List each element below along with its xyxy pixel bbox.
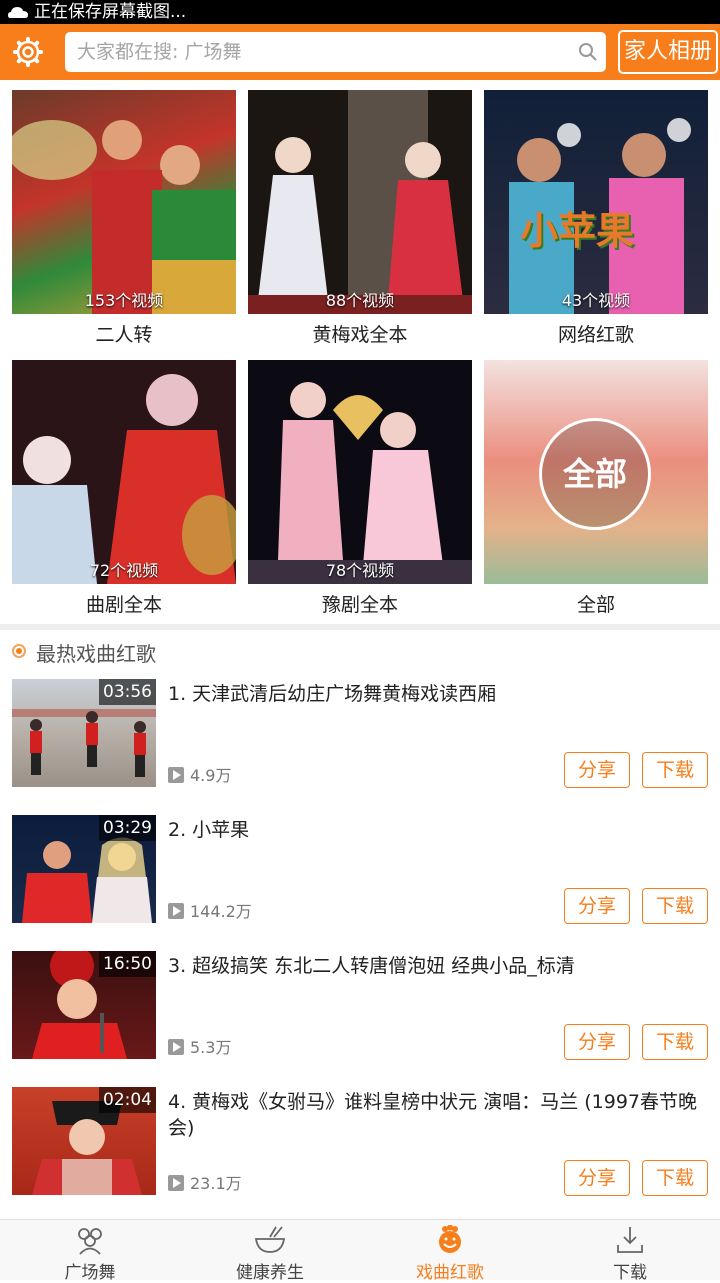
- share-button[interactable]: 分享: [564, 1024, 630, 1060]
- tab-label: 健康养生: [236, 1263, 304, 1283]
- category-label: 全部: [576, 594, 615, 616]
- list-item[interactable]: 02:04 4. 黄梅戏《女驸马》谁料皇榜中状元 演唱：马兰 (1997春节晚会…: [0, 1084, 720, 1220]
- list-item[interactable]: 16:50 3. 超级搞笑 东北二人转唐僧泡妞 经典小品_标清 5.3万 分享 …: [0, 948, 720, 1084]
- section-dot-icon: [12, 644, 26, 658]
- video-title[interactable]: 1. 天津武清后幼庄广场舞黄梅戏读西厢: [168, 681, 708, 707]
- download-button[interactable]: 下载: [642, 752, 708, 788]
- play-icon: [168, 767, 184, 783]
- video-duration: 02:04: [99, 1087, 156, 1113]
- share-button[interactable]: 分享: [564, 888, 630, 924]
- video-title[interactable]: 3. 超级搞笑 东北二人转唐僧泡妞 经典小品_标清: [168, 953, 708, 979]
- video-count: 88个视频: [325, 291, 395, 310]
- play-count-value: 4.9万: [190, 766, 232, 785]
- category-wangluohongge[interactable]: 小苹果 43个视频 网络红歌: [484, 80, 708, 350]
- category-thumbnail: 小苹果 43个视频: [484, 90, 708, 314]
- bowl-icon: [254, 1226, 286, 1253]
- status-text: 正在保存屏幕截图...: [34, 2, 187, 22]
- video-thumbnail[interactable]: 03:56: [12, 679, 156, 787]
- video-count: 43个视频: [561, 291, 631, 310]
- download-button[interactable]: 下载: [642, 1024, 708, 1060]
- download-icon: [617, 1227, 643, 1253]
- opera-icon: [439, 1225, 461, 1253]
- video-duration: 03:56: [99, 679, 156, 705]
- performers-image: [248, 382, 472, 584]
- video-thumbnail[interactable]: 03:29: [12, 815, 156, 923]
- play-icon: [168, 1039, 184, 1055]
- performers-image: [248, 90, 472, 314]
- section-title: 最热戏曲红歌: [36, 642, 156, 666]
- category-label: 曲剧全本: [85, 594, 162, 616]
- play-count-value: 5.3万: [190, 1038, 232, 1057]
- performers-image: [12, 374, 236, 584]
- list-item[interactable]: 03:29 2. 小苹果 144.2万 分享 下载: [0, 812, 720, 948]
- category-errenzhuan[interactable]: 153个视频 二人转: [12, 80, 236, 350]
- tab-download[interactable]: 下载: [540, 1220, 720, 1283]
- play-icon: [168, 1175, 184, 1191]
- tab-health[interactable]: 健康养生: [180, 1220, 360, 1283]
- download-button[interactable]: 下载: [642, 1160, 708, 1196]
- tab-label: 广场舞: [64, 1263, 116, 1283]
- people-icon: [78, 1228, 102, 1255]
- tab-square-dance[interactable]: 广场舞: [0, 1220, 180, 1283]
- category-thumbnail: 88个视频: [248, 90, 472, 314]
- video-count: 72个视频: [89, 561, 159, 580]
- play-count-value: 23.1万: [190, 1174, 242, 1193]
- family-album-button[interactable]: 家人相册: [618, 30, 718, 74]
- cloud-icon: [8, 7, 28, 18]
- play-count: 144.2万: [168, 901, 252, 923]
- category-label: 黄梅戏全本: [312, 324, 408, 346]
- category-thumbnail: 全部: [484, 360, 708, 584]
- video-duration: 16:50: [99, 951, 156, 977]
- video-count: 78个视频: [325, 561, 395, 580]
- download-button[interactable]: 下载: [642, 888, 708, 924]
- category-quju[interactable]: 72个视频 曲剧全本: [12, 350, 236, 620]
- play-count: 23.1万: [168, 1173, 242, 1195]
- category-label: 二人转: [95, 324, 153, 346]
- video-thumbnail[interactable]: 02:04: [12, 1087, 156, 1195]
- search-icon[interactable]: [578, 42, 598, 62]
- video-duration: 03:29: [99, 815, 156, 841]
- tab-label: 戏曲红歌: [416, 1263, 484, 1283]
- play-count: 4.9万: [168, 765, 231, 787]
- play-count: 5.3万: [168, 1037, 231, 1059]
- play-icon: [168, 903, 184, 919]
- search-input[interactable]: 大家都在搜: 广场舞: [65, 32, 606, 72]
- tab-label: 下载: [613, 1263, 647, 1283]
- category-huangmeixi[interactable]: 88个视频 黄梅戏全本: [248, 80, 472, 350]
- category-yuju[interactable]: 78个视频 豫剧全本: [248, 350, 472, 620]
- tab-opera[interactable]: 戏曲红歌: [360, 1220, 540, 1283]
- share-button[interactable]: 分享: [564, 752, 630, 788]
- category-label: 网络红歌: [557, 324, 634, 346]
- play-count-value: 144.2万: [190, 902, 252, 921]
- all-badge: 全部: [539, 418, 651, 530]
- category-thumbnail: 72个视频: [12, 360, 236, 584]
- share-button[interactable]: 分享: [564, 1160, 630, 1196]
- gear-icon[interactable]: [12, 36, 44, 68]
- bottom-tab-bar: 广场舞 健康养生 戏曲红歌 下载: [0, 1219, 720, 1283]
- video-count: 153个视频: [84, 291, 164, 310]
- performers-image: [12, 120, 236, 314]
- category-label: 豫剧全本: [321, 594, 398, 616]
- category-all[interactable]: 全部 全部: [484, 350, 708, 620]
- video-title[interactable]: 4. 黄梅戏《女驸马》谁料皇榜中状元 演唱：马兰 (1997春节晚会): [168, 1089, 708, 1141]
- status-bar: 正在保存屏幕截图...: [0, 0, 720, 24]
- category-thumbnail: 153个视频: [12, 90, 236, 314]
- top-bar: 大家都在搜: 广场舞 家人相册: [0, 24, 720, 80]
- section-header: 最热戏曲红歌: [0, 630, 720, 674]
- video-overlay-title: 小苹果: [520, 209, 635, 253]
- category-thumbnail: 78个视频: [248, 360, 472, 584]
- list-item[interactable]: 03:56 1. 天津武清后幼庄广场舞黄梅戏读西厢 4.9万 分享 下载: [0, 676, 720, 812]
- video-thumbnail[interactable]: 16:50: [12, 951, 156, 1059]
- category-grid: 153个视频 二人转 88个视频 黄梅戏全本 小苹果 43个视频 网络红歌 72…: [0, 80, 720, 624]
- video-title[interactable]: 2. 小苹果: [168, 817, 708, 843]
- search-placeholder: 大家都在搜: 广场舞: [77, 41, 242, 63]
